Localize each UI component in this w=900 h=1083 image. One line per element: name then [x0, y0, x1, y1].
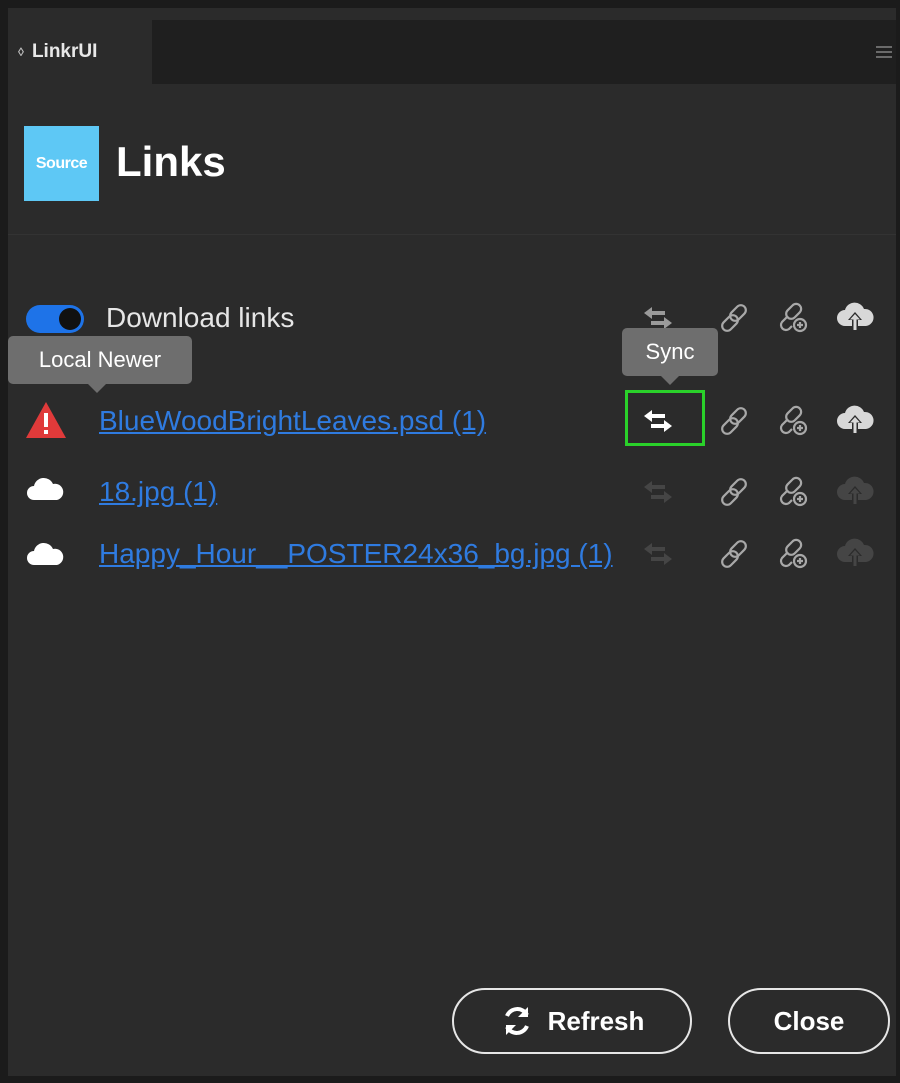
- toggle-knob: [59, 308, 81, 330]
- page-title: Links: [116, 138, 226, 185]
- close-label: Close: [773, 1005, 845, 1036]
- tooltip-arrow: [88, 384, 106, 393]
- sync-icon[interactable]: [638, 534, 678, 574]
- upload-icon[interactable]: [835, 534, 875, 574]
- relink-icon[interactable]: [774, 401, 814, 441]
- file-row-actions: [638, 401, 888, 451]
- cloud-icon: [24, 470, 68, 510]
- refresh-label: Refresh: [547, 1005, 645, 1036]
- download-links-label: Download links: [106, 302, 295, 333]
- panel-menu-icon[interactable]: [876, 46, 892, 58]
- file-link[interactable]: Happy_Hour__POSTER24x36_bg.jpg (1): [99, 538, 613, 570]
- link-icon[interactable]: [714, 401, 754, 441]
- link-icon[interactable]: [714, 534, 754, 574]
- tab-label: LinkrUI: [31, 41, 98, 62]
- relink-all-icon[interactable]: [774, 298, 814, 338]
- upload-icon[interactable]: [835, 401, 875, 441]
- link-icon[interactable]: [714, 472, 754, 512]
- source-logo: Source: [24, 126, 99, 201]
- refresh-icon: [504, 1007, 529, 1035]
- file-link[interactable]: BlueWoodBrightLeaves.psd (1): [99, 405, 486, 437]
- close-button[interactable]: Close: [728, 988, 890, 1054]
- file-row-actions: [638, 472, 888, 522]
- header-divider: [8, 234, 896, 235]
- tooltip-text: Local Newer: [38, 347, 162, 372]
- logo-text: Source: [35, 154, 88, 172]
- sync-icon[interactable]: [638, 401, 678, 441]
- link-all-icon[interactable]: [714, 298, 754, 338]
- download-links-toggle[interactable]: [26, 305, 84, 333]
- refresh-button[interactable]: Refresh: [452, 988, 692, 1054]
- panel-tab-bar: ◊ LinkrUI: [8, 20, 896, 84]
- tooltip-arrow: [661, 376, 679, 385]
- cloud-icon: [24, 535, 68, 575]
- upload-icon[interactable]: [835, 472, 875, 512]
- collapse-chevron-icon[interactable]: ◊: [18, 45, 24, 59]
- sync-icon[interactable]: [638, 472, 678, 512]
- tooltip-text: Sync: [645, 339, 695, 364]
- tab-linkrui[interactable]: ◊ LinkrUI: [8, 20, 152, 84]
- upload-all-icon[interactable]: [835, 298, 875, 338]
- file-link[interactable]: 18.jpg (1): [99, 476, 217, 508]
- relink-icon[interactable]: [774, 534, 814, 574]
- file-row-actions: [638, 534, 888, 584]
- relink-icon[interactable]: [774, 472, 814, 512]
- warning-icon: [24, 400, 68, 440]
- local-newer-tooltip: Local Newer: [8, 336, 192, 393]
- sync-tooltip: Sync: [622, 328, 718, 385]
- linkr-panel: ◊ LinkrUI Source Links Download links Lo…: [8, 8, 896, 1076]
